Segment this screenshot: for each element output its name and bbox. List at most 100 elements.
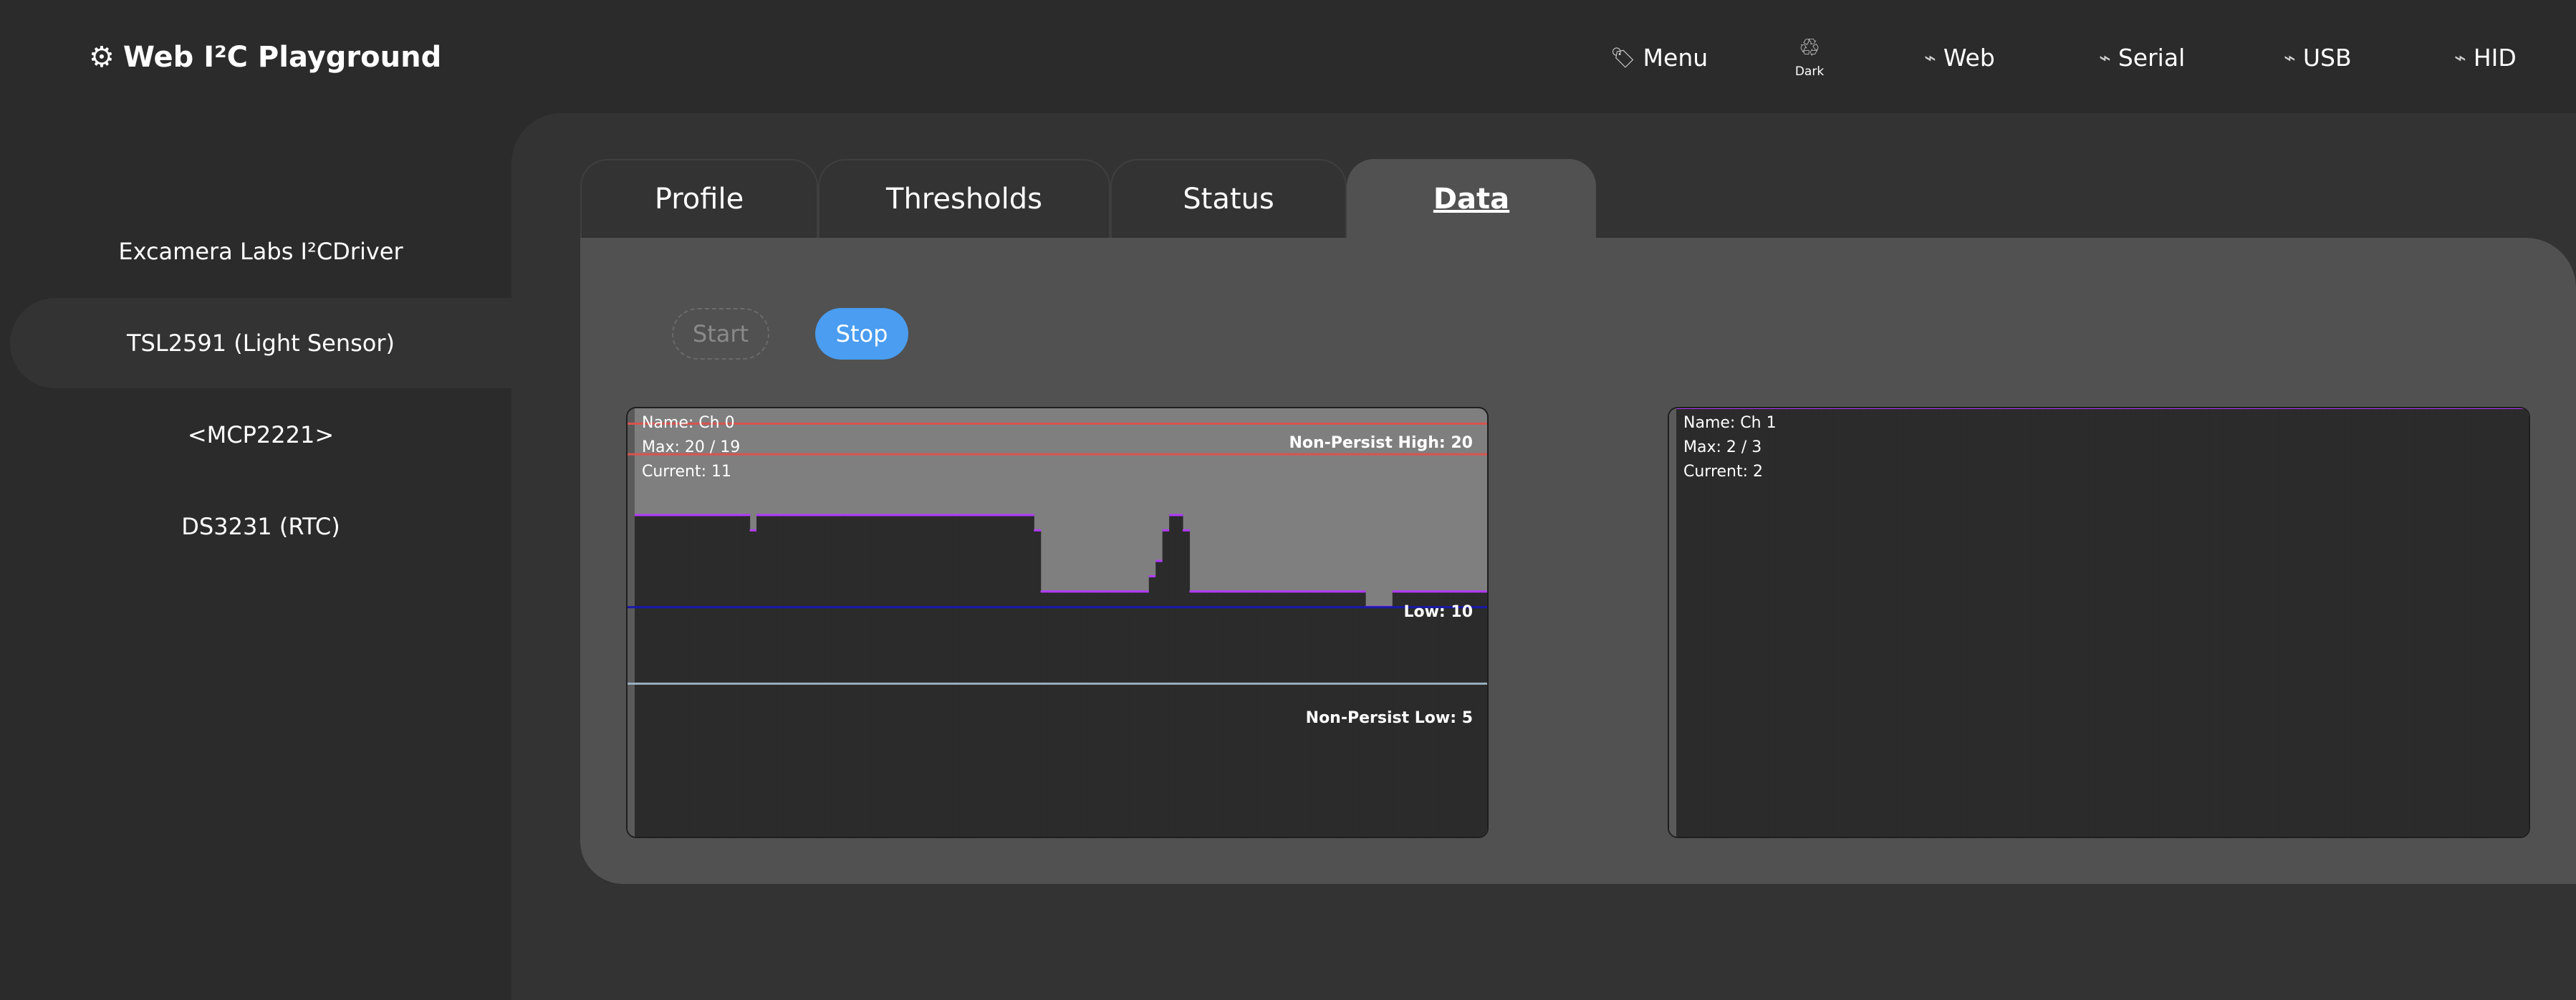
max-marker — [932, 514, 940, 516]
max-marker — [1847, 408, 1855, 409]
max-marker — [777, 514, 784, 516]
max-marker — [2500, 408, 2508, 409]
data-bar — [2279, 408, 2288, 837]
max-marker — [1747, 408, 1755, 409]
max-marker — [2400, 408, 2409, 409]
data-bar — [1818, 408, 1826, 837]
dark-mode-toggle[interactable]: ♲ Dark — [1788, 36, 1831, 79]
data-bar — [2522, 408, 2529, 837]
data-bar — [2194, 408, 2203, 837]
max-marker — [2010, 408, 2018, 409]
data-bar — [912, 515, 920, 837]
max-marker — [702, 514, 710, 516]
max-marker — [1223, 590, 1231, 593]
max-marker — [891, 514, 899, 516]
data-bar — [2045, 408, 2054, 837]
data-bar — [2166, 408, 2174, 837]
max-marker — [2052, 408, 2061, 409]
data-bar — [973, 515, 981, 837]
max-marker — [1264, 590, 1272, 593]
channel-0-plot — [628, 408, 1487, 837]
serial-connect-button[interactable]: ⌁ Serial — [2099, 29, 2185, 86]
data-bar — [2315, 408, 2324, 837]
tab-profile[interactable]: Profile — [580, 159, 818, 238]
chart-current: Current: 11 — [642, 463, 732, 481]
max-marker — [1903, 408, 1911, 409]
stop-label: Stop — [835, 320, 888, 347]
web-connect-button[interactable]: ⌁ Web — [1924, 29, 1995, 86]
max-marker — [1446, 590, 1454, 593]
data-bar — [932, 515, 940, 837]
data-bar — [2130, 408, 2139, 837]
max-marker — [2230, 408, 2239, 409]
data-bar — [2031, 408, 2039, 837]
max-marker — [2344, 408, 2352, 409]
max-marker — [736, 514, 744, 516]
max-marker — [1325, 590, 1332, 593]
max-marker — [797, 514, 804, 516]
max-marker — [661, 514, 669, 516]
data-bar — [952, 515, 960, 837]
max-marker — [810, 514, 818, 516]
tab-data[interactable]: Data — [1347, 159, 1596, 238]
max-marker — [682, 514, 690, 516]
data-bar — [1054, 592, 1062, 837]
max-marker — [708, 514, 716, 516]
data-bar — [2308, 408, 2317, 837]
data-bar — [2422, 408, 2430, 837]
max-marker — [2522, 408, 2529, 409]
max-marker — [1911, 408, 1918, 409]
sidebar-item-tsl2591[interactable]: TSL2591 (Light Sensor) — [10, 298, 522, 388]
serial-label: Serial — [2118, 43, 2186, 72]
data-bar — [939, 515, 947, 837]
max-marker — [1996, 408, 2004, 409]
sidebar-item-ds3231[interactable]: DS3231 (RTC) — [10, 481, 511, 572]
data-bar — [1250, 592, 1258, 837]
max-marker — [1061, 590, 1069, 593]
max-marker — [1270, 590, 1278, 593]
max-marker — [1413, 590, 1421, 593]
plug-icon: ⌁ — [1924, 45, 1936, 69]
max-marker — [1006, 514, 1014, 516]
sidebar-item-mcp2221[interactable]: <MCP2221> — [10, 390, 511, 480]
hid-connect-button[interactable]: ⌁ HID — [2454, 29, 2517, 86]
start-button[interactable]: Start — [672, 308, 769, 360]
data-bar — [905, 515, 913, 837]
data-bar — [824, 515, 832, 837]
max-marker — [1013, 514, 1021, 516]
sidebar-item-label: TSL2591 (Light Sensor) — [127, 330, 395, 357]
data-bar — [1027, 515, 1034, 837]
data-bar — [1882, 408, 1890, 837]
max-marker — [918, 514, 926, 516]
data-bar — [2209, 408, 2217, 837]
tab-status[interactable]: Status — [1110, 159, 1347, 238]
stop-button[interactable]: Stop — [815, 308, 908, 360]
data-bar — [635, 515, 643, 837]
data-bar — [2457, 408, 2466, 837]
max-marker — [2287, 408, 2295, 409]
max-marker — [1474, 590, 1481, 593]
data-bar — [661, 515, 669, 837]
tab-label: Profile — [654, 183, 744, 216]
sidebar-item-i2cdriver[interactable]: Excamera Labs I²CDriver — [10, 206, 511, 297]
max-marker — [1169, 514, 1177, 516]
max-marker — [993, 514, 1001, 516]
usb-label: USB — [2302, 43, 2352, 72]
max-marker — [2166, 408, 2174, 409]
max-marker — [830, 514, 838, 516]
max-marker — [2188, 408, 2196, 409]
max-marker — [2223, 408, 2231, 409]
usb-connect-button[interactable]: ⌁ USB — [2284, 29, 2352, 86]
data-bar — [2230, 408, 2239, 837]
data-bar — [1804, 408, 1812, 837]
data-bar — [2294, 408, 2302, 837]
sidebar-item-label: <MCP2221> — [187, 421, 335, 448]
tab-thresholds[interactable]: Thresholds — [818, 159, 1110, 238]
max-marker — [1034, 529, 1042, 532]
data-bar — [2415, 408, 2423, 837]
menu-button[interactable]: 🏷 Menu — [1610, 29, 1708, 86]
chart-name: Name: Ch 1 — [1683, 414, 1777, 432]
max-marker — [2201, 408, 2210, 409]
max-marker — [1196, 590, 1203, 593]
max-marker — [1768, 408, 1777, 409]
